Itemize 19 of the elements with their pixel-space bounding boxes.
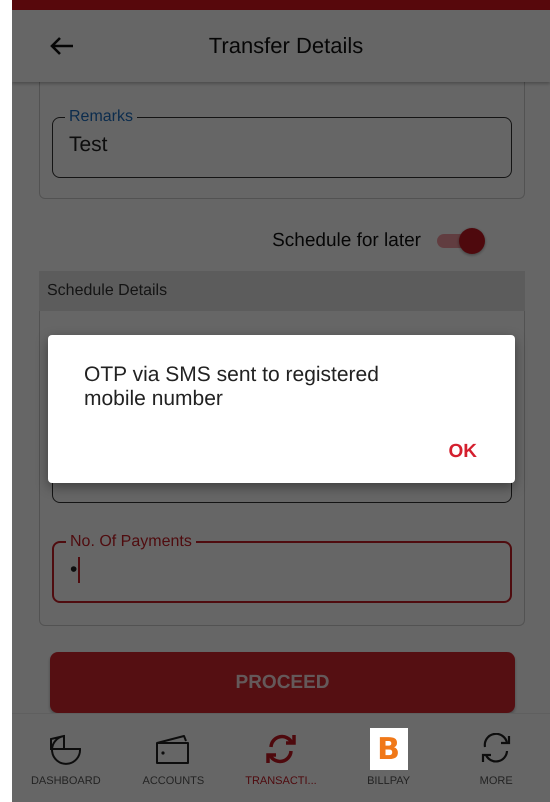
text-cursor (78, 557, 80, 583)
dialog-message: OTP via SMS sent to registered mobile number (84, 363, 380, 411)
input-field[interactable]: No. Of Payments • (52, 533, 512, 603)
proceed-button[interactable]: PROCEED (50, 652, 515, 713)
toggle-label: Schedule for later (272, 230, 421, 252)
nav-item[interactable]: MORE (446, 729, 546, 787)
field-label: No. Of Payments (69, 533, 193, 551)
screen-title: Transfer Details (208, 33, 364, 59)
nav-item[interactable]: B BILLPAY (338, 729, 439, 787)
section-header: Schedule Details (39, 271, 525, 311)
field-label: Remarks (68, 108, 134, 126)
input-field[interactable]: Remarks Test (52, 108, 512, 178)
nav-item[interactable]: TRANSACTI... (230, 729, 331, 787)
toggle-switch[interactable] (435, 228, 485, 254)
billpay-logo: B (370, 728, 408, 770)
back-arrow-icon[interactable] (49, 36, 75, 56)
ok-button[interactable]: OK (440, 437, 485, 467)
nav-item[interactable]: ACCOUNTS (123, 729, 224, 787)
nav-item[interactable]: DASHBOARD (16, 729, 116, 787)
